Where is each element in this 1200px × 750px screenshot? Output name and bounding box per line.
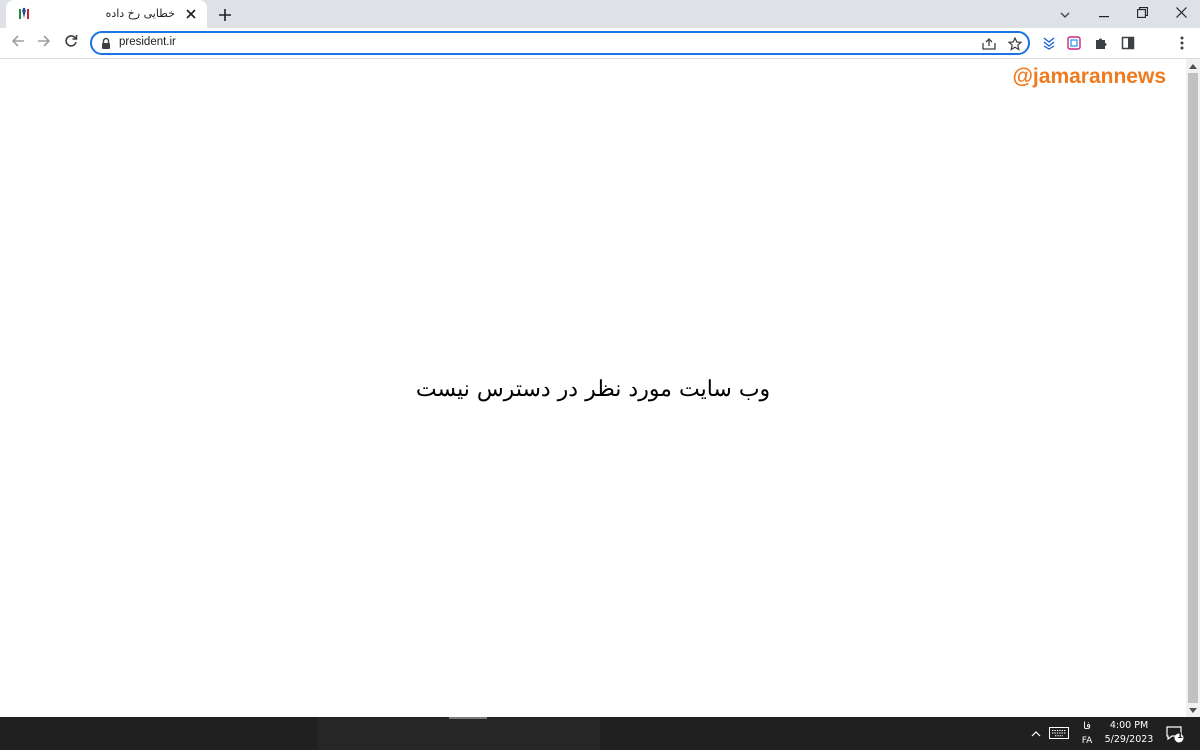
language-code[interactable]: FA xyxy=(1076,734,1098,748)
show-hidden-icons-icon[interactable] xyxy=(1028,726,1044,742)
scrollbar-thumb[interactable] xyxy=(1188,73,1198,703)
notification-center-button[interactable]: 1 xyxy=(1164,724,1186,744)
clock-date: 5/29/2023 xyxy=(1104,734,1154,745)
restore-icon xyxy=(1136,5,1148,23)
browser-toolbar: president.ir xyxy=(0,28,1200,59)
menu-kebab-icon[interactable] xyxy=(1172,33,1192,53)
lock-icon xyxy=(100,37,112,50)
page-viewport: @jamarannews وب سایت مورد نظر در دسترس ن… xyxy=(0,59,1186,717)
side-panel-icon[interactable] xyxy=(1118,33,1138,53)
screen: خطایی رخ داده president.ir @jamarannews … xyxy=(0,0,1200,750)
clock-time: 4:00 PM xyxy=(1109,720,1149,731)
arrow-right-icon xyxy=(37,34,51,53)
notification-count: 1 xyxy=(1177,731,1183,740)
tab-active[interactable]: خطایی رخ داده xyxy=(6,0,207,28)
taskbar-app-area[interactable] xyxy=(318,717,600,750)
scroll-up-icon[interactable] xyxy=(1186,59,1200,73)
chevron-down-icon xyxy=(1060,5,1070,23)
extensions-puzzle-icon[interactable] xyxy=(1091,33,1111,53)
vertical-scrollbar[interactable] xyxy=(1186,59,1200,717)
clock[interactable]: 4:00 PM 5/29/2023 xyxy=(1100,719,1158,749)
close-window-button[interactable] xyxy=(1162,0,1200,28)
reload-icon xyxy=(64,34,78,53)
scroll-down-icon[interactable] xyxy=(1186,703,1200,717)
forward-button[interactable] xyxy=(32,31,56,55)
language-script[interactable]: فا xyxy=(1076,719,1098,733)
new-tab-button[interactable] xyxy=(214,4,236,26)
address-bar[interactable]: president.ir xyxy=(90,31,1030,55)
tab-strip: خطایی رخ داده xyxy=(0,0,1200,28)
back-button[interactable] xyxy=(6,31,30,55)
windows-taskbar: فا FA 4:00 PM 5/29/2023 1 xyxy=(0,717,1200,750)
restore-button[interactable] xyxy=(1123,0,1161,28)
tab-close-icon[interactable] xyxy=(183,6,199,22)
watermark-text: @jamarannews xyxy=(1012,65,1166,88)
extension-color-square-icon[interactable] xyxy=(1064,33,1084,53)
arrow-left-icon xyxy=(11,34,25,53)
close-icon xyxy=(1175,5,1187,23)
site-favicon-icon xyxy=(16,6,32,22)
touch-keyboard-icon[interactable] xyxy=(1047,725,1071,741)
reload-button[interactable] xyxy=(59,31,83,55)
url-text[interactable]: president.ir xyxy=(119,36,176,52)
error-message: وب سایت مورد نظر در دسترس نیست xyxy=(415,377,771,402)
tab-title: خطایی رخ داده xyxy=(105,7,175,20)
minimize-button[interactable] xyxy=(1085,0,1123,28)
extension-chevrons-icon[interactable] xyxy=(1039,33,1059,53)
taskbar-active-indicator xyxy=(449,717,487,719)
minimize-icon xyxy=(1099,5,1109,23)
share-icon[interactable] xyxy=(980,35,998,53)
tab-search-button[interactable] xyxy=(1046,0,1084,28)
bookmark-star-icon[interactable] xyxy=(1006,35,1024,53)
